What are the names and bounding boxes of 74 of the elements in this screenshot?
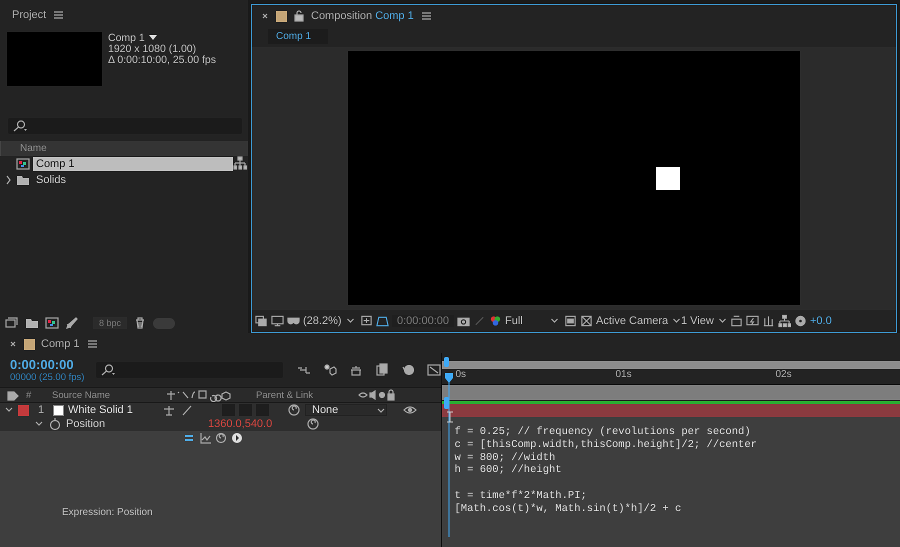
exposure-value[interactable]: +0.0 — [810, 315, 832, 327]
comp-name: Comp 1 — [108, 32, 145, 44]
code-line[interactable]: t = time*f*2*Math.PI; — [454, 490, 900, 503]
label-color-swatch — [24, 338, 35, 350]
color-channels-icon[interactable] — [489, 314, 502, 328]
ruler-label: 02s — [775, 369, 792, 380]
grid-icon[interactable] — [360, 314, 373, 328]
layer-number: 1 — [36, 404, 46, 416]
code-line[interactable]: [Math.cos(t)*w, Math.sin(t)*h]/2 + c — [454, 502, 900, 516]
pick-whip-icon[interactable] — [287, 403, 301, 417]
shy-layers-icon[interactable] — [349, 363, 364, 377]
panel-title[interactable]: Composition Comp 1 — [311, 10, 414, 22]
parent-dropdown[interactable]: None — [305, 404, 387, 416]
column-header[interactable]: Name — [20, 143, 47, 154]
comp-dimensions: 1920 x 1080 (1.00) — [108, 44, 198, 55]
ruler-label: 01s — [615, 369, 632, 380]
search-icon — [12, 119, 28, 133]
code-line[interactable]: h = 600; //height — [454, 464, 900, 478]
stopwatch-icon[interactable] — [48, 417, 62, 431]
label-color[interactable] — [18, 404, 29, 416]
footage-icon[interactable] — [5, 316, 19, 330]
code-line[interactable]: c = [thisComp.width,thisComp.height]/2; //center — [454, 438, 900, 452]
text-cursor-icon — [447, 411, 454, 423]
folder-icon[interactable] — [16, 173, 30, 187]
draft-3d-icon[interactable] — [323, 363, 338, 377]
search-field[interactable] — [96, 362, 284, 378]
timecode[interactable]: 0:00:00:00 — [10, 358, 84, 372]
property-name: Position — [66, 418, 106, 430]
column-header: # — [26, 390, 32, 400]
fast-preview-icon[interactable] — [564, 314, 577, 328]
panel-title[interactable]: Project — [12, 9, 46, 21]
search-icon — [100, 363, 116, 377]
solid-swatch — [53, 404, 64, 416]
composition-icon[interactable] — [16, 157, 30, 171]
resolution-dropdown[interactable]: Full — [505, 314, 561, 328]
monitor-icon[interactable] — [271, 314, 284, 328]
current-time[interactable]: 0:00:00:00 — [392, 315, 454, 327]
graph-editor-icon[interactable] — [427, 363, 442, 377]
exposure-icon[interactable] — [794, 314, 807, 328]
column-header[interactable]: Source Name — [52, 390, 160, 400]
code-line[interactable]: w = 800; //width — [454, 452, 900, 464]
project-item[interactable]: Comp 1 — [33, 157, 233, 171]
motion-blur-icon[interactable] — [401, 363, 416, 377]
search-field[interactable] — [8, 118, 242, 134]
snapshot-stack-icon[interactable] — [255, 314, 268, 328]
comp-duration: Δ 0:00:10:00, 25.00 fps — [108, 55, 216, 66]
playhead[interactable] — [444, 357, 454, 537]
zoom-dropdown[interactable]: (28.2%) — [303, 314, 357, 328]
transparency-grid-icon[interactable] — [580, 314, 593, 328]
view-layout-dropdown[interactable]: 1 View — [681, 314, 727, 328]
language-menu-icon[interactable] — [231, 431, 243, 445]
graph-icon[interactable] — [199, 431, 211, 445]
expression-label: Expression: Position — [62, 507, 154, 518]
pick-whip-icon[interactable] — [306, 417, 320, 431]
column-header: Parent & Link — [256, 390, 314, 400]
lock-icon[interactable] — [293, 9, 305, 23]
folder-icon[interactable] — [25, 316, 39, 330]
composition-icon[interactable] — [45, 316, 59, 330]
flow-tab[interactable]: Comp 1 — [268, 28, 328, 44]
panel-title[interactable]: Comp 1 — [41, 338, 80, 350]
code-line[interactable]: f = 0.25; // frequency (revolutions per second) — [454, 426, 900, 439]
flowchart-icon[interactable] — [778, 314, 791, 328]
frame-blending-icon[interactable] — [375, 363, 390, 377]
region-icon[interactable] — [376, 314, 389, 328]
camera-dropdown[interactable]: Active Camera — [596, 314, 678, 328]
layer-name[interactable]: White Solid 1 — [68, 404, 158, 416]
ruler-label: 0s — [455, 369, 466, 380]
fast-previews-icon[interactable] — [746, 314, 759, 328]
project-item[interactable]: Solids — [33, 173, 233, 187]
flowchart-icon[interactable] — [233, 156, 248, 170]
frame-count: 00000 (25.00 fps) — [10, 372, 84, 382]
switches-drawing — [166, 388, 232, 402]
pick-whip-icon[interactable] — [215, 431, 227, 445]
label-color-swatch — [276, 10, 287, 22]
